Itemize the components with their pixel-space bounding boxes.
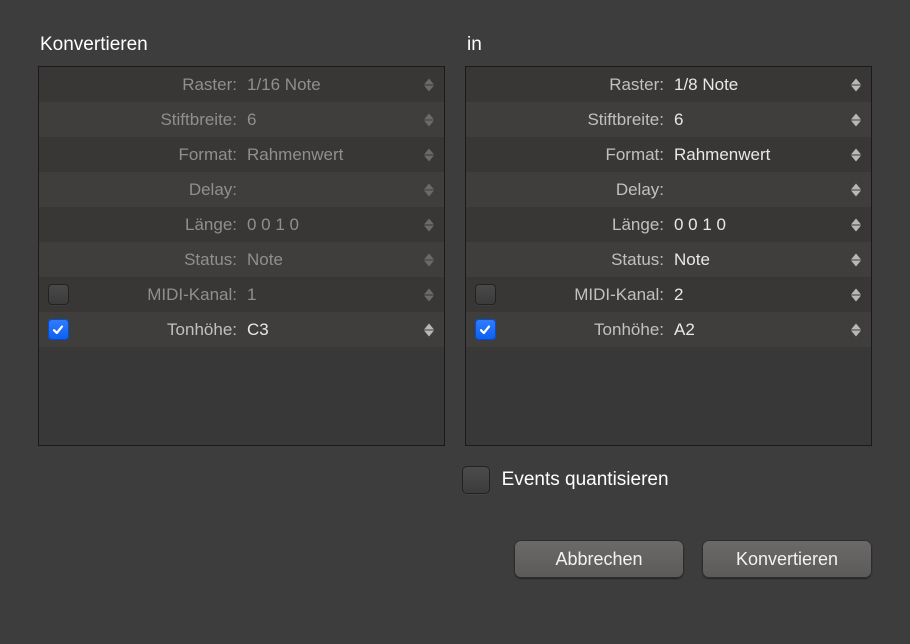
quantize-events-checkbox[interactable] (462, 466, 490, 494)
param-row[interactable]: MIDI-Kanal:2 (466, 277, 871, 312)
param-label: Delay: (77, 180, 241, 200)
param-label: Stiftbreite: (504, 110, 668, 130)
stepper-arrows-icon[interactable] (422, 148, 436, 161)
param-label: Tonhöhe: (77, 320, 241, 340)
convert-to-panel: in Raster:1/8 NoteStiftbreite:6Format:Ra… (465, 34, 872, 446)
param-row[interactable]: Tonhöhe:A2 (466, 312, 871, 347)
param-value[interactable]: Rahmenwert (668, 145, 843, 165)
param-label: Länge: (504, 215, 668, 235)
convert-button[interactable]: Konvertieren (702, 540, 872, 578)
stepper-arrows-icon[interactable] (422, 113, 436, 126)
param-label: Raster: (504, 75, 668, 95)
convert-from-panel: Konvertieren Raster:1/16 NoteStiftbreite… (38, 34, 445, 446)
param-value[interactable]: Note (668, 250, 843, 270)
param-label: Länge: (77, 215, 241, 235)
from-parameters: Raster:1/16 NoteStiftbreite:6Format:Rahm… (38, 66, 445, 446)
param-value[interactable]: 6 (241, 110, 416, 130)
row-checkbox[interactable] (48, 284, 69, 305)
param-label: MIDI-Kanal: (504, 285, 668, 305)
stepper-arrows-icon[interactable] (849, 183, 863, 196)
param-label: Raster: (77, 75, 241, 95)
param-value[interactable]: 1 (241, 285, 416, 305)
param-row[interactable]: Länge:0 0 1 0 (39, 207, 444, 242)
param-value[interactable]: 6 (668, 110, 843, 130)
param-label: Format: (77, 145, 241, 165)
stepper-arrows-icon[interactable] (422, 78, 436, 91)
param-value[interactable]: 0 0 1 0 (241, 215, 416, 235)
param-row[interactable]: Delay: (39, 172, 444, 207)
panel-title-from: Konvertieren (38, 34, 445, 56)
param-value[interactable]: 0 0 1 0 (668, 215, 843, 235)
quantize-events-label: Events quantisieren (502, 469, 669, 491)
stepper-arrows-icon[interactable] (849, 78, 863, 91)
stepper-arrows-icon[interactable] (849, 148, 863, 161)
param-row[interactable]: Status:Note (466, 242, 871, 277)
param-row[interactable]: Länge:0 0 1 0 (466, 207, 871, 242)
stepper-arrows-icon[interactable] (422, 253, 436, 266)
param-row[interactable]: Status:Note (39, 242, 444, 277)
param-label: Status: (77, 250, 241, 270)
param-value[interactable]: A2 (668, 320, 843, 340)
stepper-arrows-icon[interactable] (422, 288, 436, 301)
param-label: MIDI-Kanal: (77, 285, 241, 305)
param-value[interactable]: Note (241, 250, 416, 270)
row-checkbox[interactable] (48, 319, 69, 340)
param-label: Format: (504, 145, 668, 165)
cancel-button[interactable]: Abbrechen (514, 540, 684, 578)
stepper-arrows-icon[interactable] (849, 323, 863, 336)
param-row[interactable]: Delay: (466, 172, 871, 207)
param-row[interactable]: MIDI-Kanal:1 (39, 277, 444, 312)
stepper-arrows-icon[interactable] (422, 323, 436, 336)
panel-title-to: in (465, 34, 872, 56)
row-checkbox[interactable] (475, 319, 496, 340)
param-value[interactable]: 1/8 Note (668, 75, 843, 95)
to-parameters: Raster:1/8 NoteStiftbreite:6Format:Rahme… (465, 66, 872, 446)
param-label: Status: (504, 250, 668, 270)
param-row[interactable]: Stiftbreite:6 (39, 102, 444, 137)
row-checkbox[interactable] (475, 284, 496, 305)
param-label: Stiftbreite: (77, 110, 241, 130)
param-row[interactable]: Raster:1/8 Note (466, 67, 871, 102)
param-value[interactable]: 2 (668, 285, 843, 305)
param-label: Tonhöhe: (504, 320, 668, 340)
param-row[interactable]: Format:Rahmenwert (466, 137, 871, 172)
param-row[interactable]: Stiftbreite:6 (466, 102, 871, 137)
stepper-arrows-icon[interactable] (849, 218, 863, 231)
param-label: Delay: (504, 180, 668, 200)
param-row[interactable]: Raster:1/16 Note (39, 67, 444, 102)
stepper-arrows-icon[interactable] (849, 113, 863, 126)
param-value[interactable]: Rahmenwert (241, 145, 416, 165)
stepper-arrows-icon[interactable] (422, 183, 436, 196)
param-value[interactable]: 1/16 Note (241, 75, 416, 95)
param-row[interactable]: Format:Rahmenwert (39, 137, 444, 172)
stepper-arrows-icon[interactable] (422, 218, 436, 231)
param-row[interactable]: Tonhöhe:C3 (39, 312, 444, 347)
stepper-arrows-icon[interactable] (849, 253, 863, 266)
param-value[interactable]: C3 (241, 320, 416, 340)
stepper-arrows-icon[interactable] (849, 288, 863, 301)
